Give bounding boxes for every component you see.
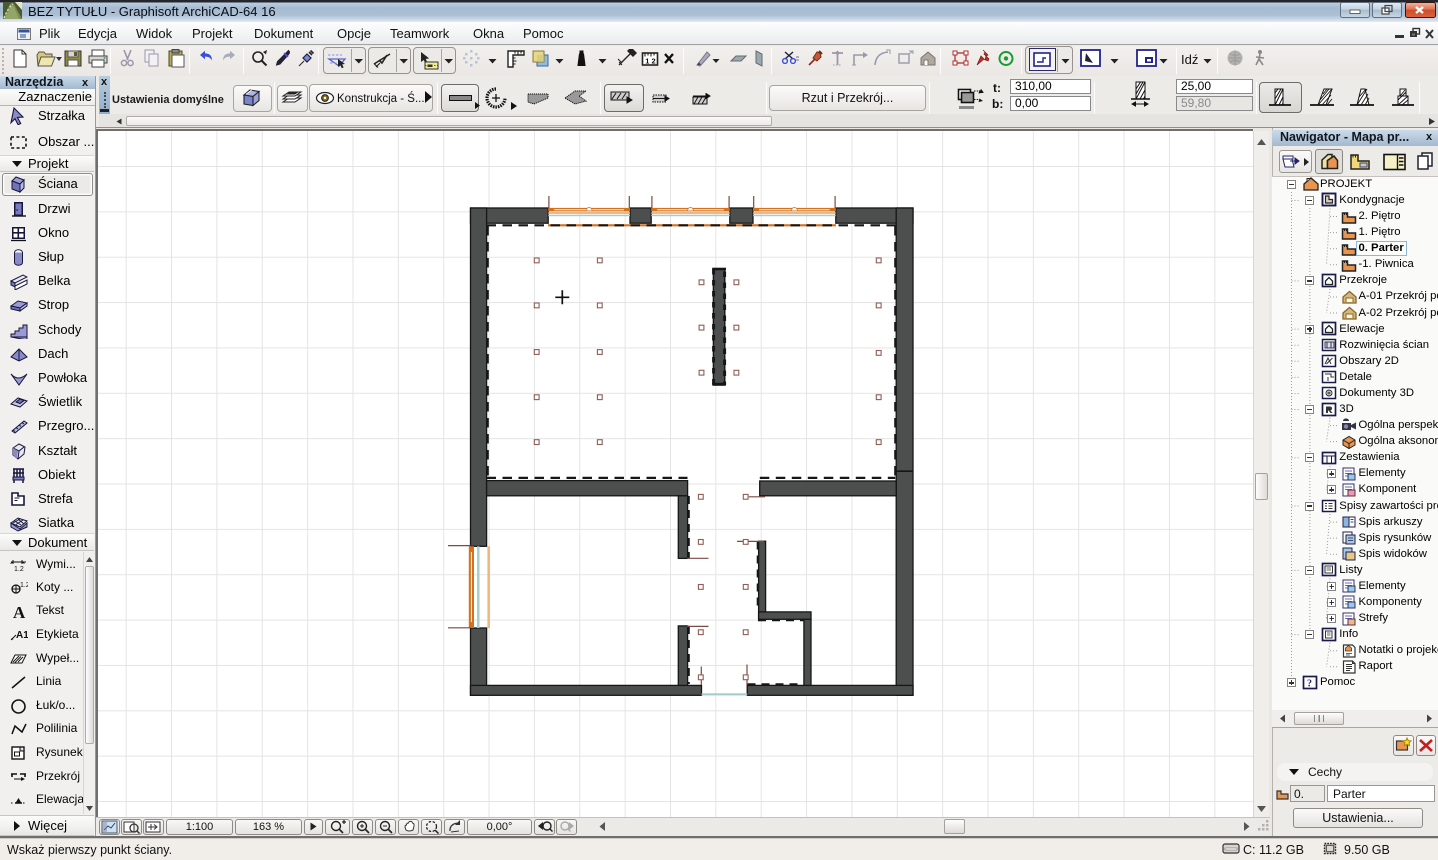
svg-text:1 2: 1 2 xyxy=(645,57,655,66)
svg-text:1.2: 1.2 xyxy=(14,566,24,573)
svg-text:1.2: 1.2 xyxy=(20,582,28,589)
svg-text:A: A xyxy=(13,603,26,620)
svg-text:A1: A1 xyxy=(16,630,28,641)
